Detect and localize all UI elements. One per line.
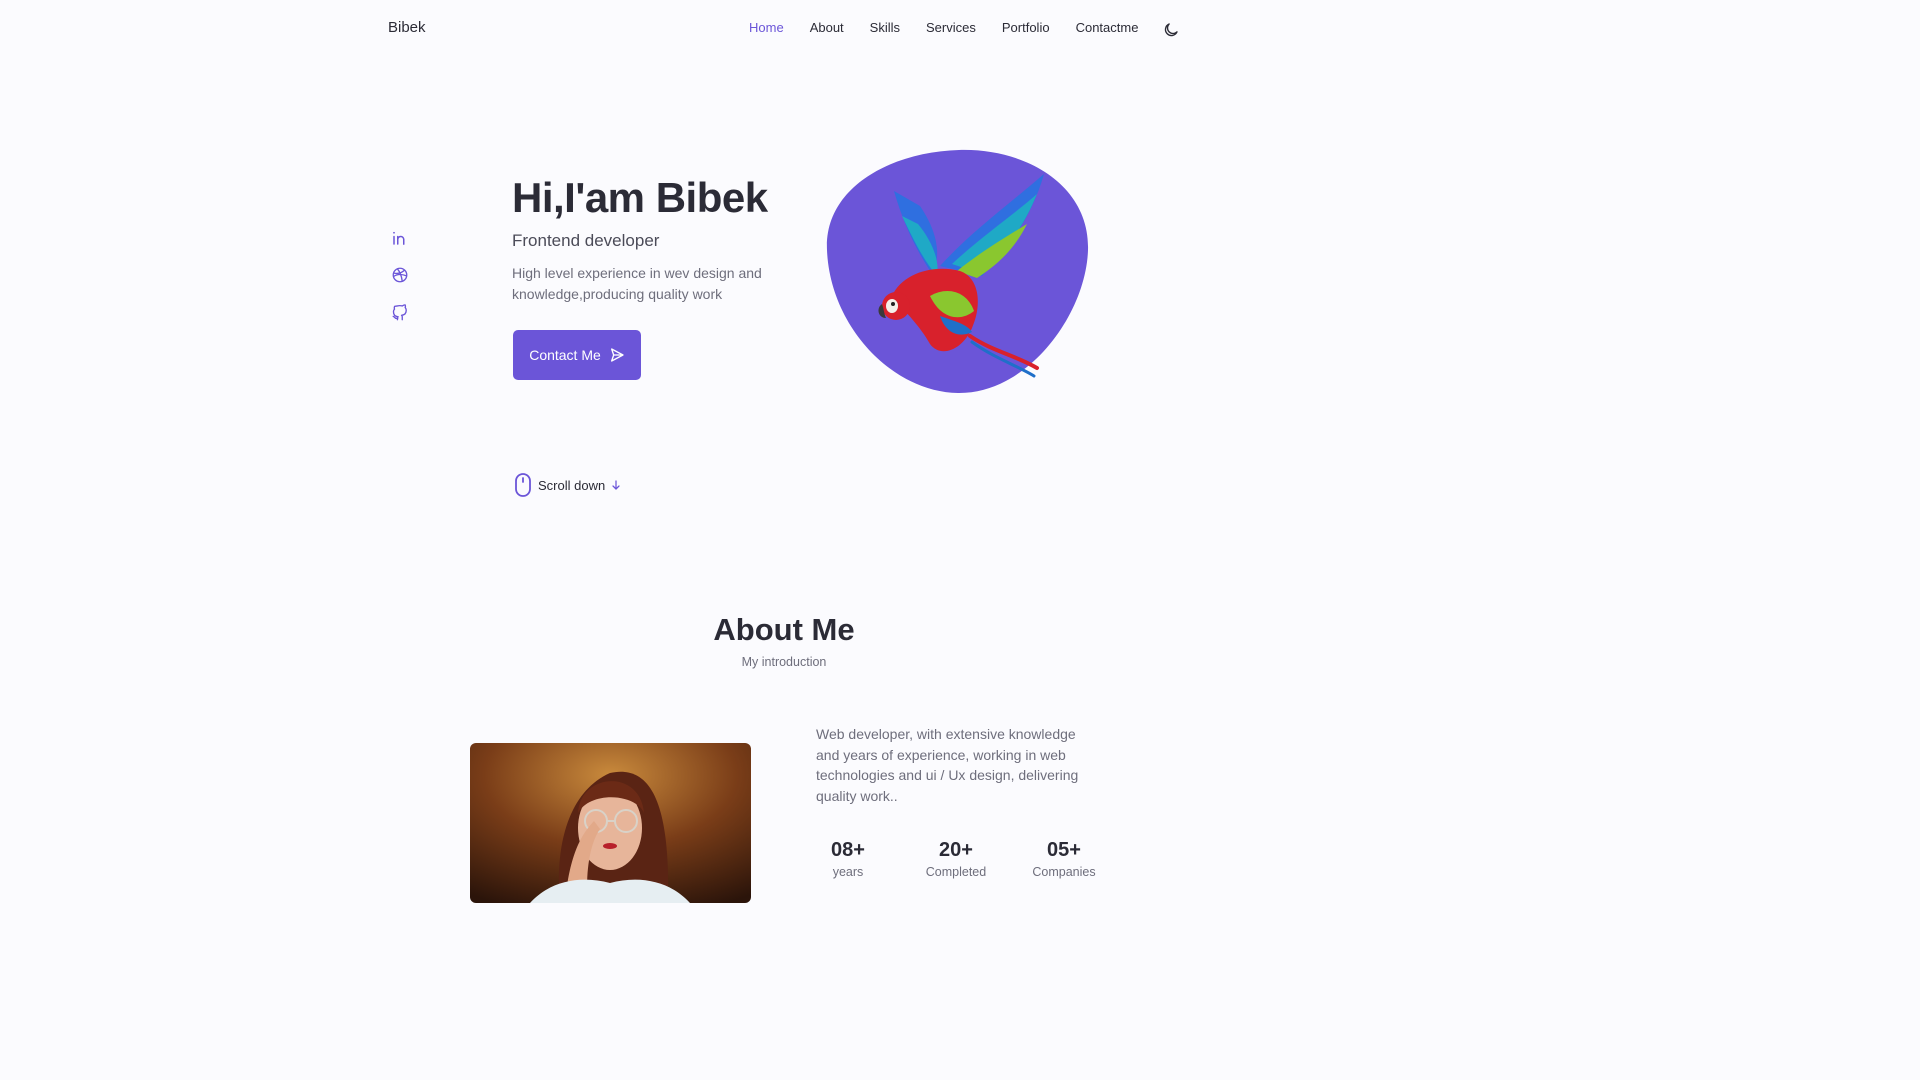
stat-number: 20+ bbox=[939, 839, 973, 861]
stat-companies: 05+ Companies bbox=[1014, 839, 1114, 879]
stat-years: 08+ years bbox=[798, 839, 898, 879]
profile-photo bbox=[470, 743, 751, 903]
nav-contactme[interactable]: Contactme bbox=[1076, 20, 1139, 35]
github-icon[interactable] bbox=[391, 304, 409, 322]
about-title: About Me bbox=[713, 612, 855, 647]
scroll-down-label: Scroll down bbox=[538, 477, 606, 493]
main-nav: Home About Skills Services Portfolio Con… bbox=[749, 20, 1164, 35]
dribbble-icon[interactable] bbox=[391, 266, 409, 284]
nav-home[interactable]: Home bbox=[749, 20, 784, 35]
nav-services[interactable]: Services bbox=[926, 20, 976, 35]
nav-portfolio[interactable]: Portfolio bbox=[1002, 20, 1050, 35]
contact-button-label: Contact Me bbox=[529, 347, 601, 363]
stat-completed: 20+ Completed bbox=[906, 839, 1006, 879]
stat-number: 05+ bbox=[1047, 839, 1081, 861]
about-description: Web developer, with extensive knowledge … bbox=[816, 726, 1079, 804]
arrow-down-icon bbox=[612, 480, 620, 490]
nav-skills[interactable]: Skills bbox=[870, 20, 900, 35]
site-logo[interactable]: Bibek bbox=[388, 19, 426, 36]
stat-label: Completed bbox=[925, 865, 987, 879]
hero-subtitle: Frontend developer bbox=[512, 231, 660, 250]
scroll-down-link[interactable]: Scroll down bbox=[513, 473, 622, 497]
contact-me-button[interactable]: Contact Me bbox=[513, 330, 641, 380]
hero-title: Hi,I'am Bibek bbox=[512, 174, 768, 221]
stat-number: 08+ bbox=[831, 839, 865, 861]
moon-icon[interactable] bbox=[1162, 21, 1180, 39]
stat-label: Companies bbox=[1032, 865, 1096, 879]
nav-about[interactable]: About bbox=[810, 20, 844, 35]
hero-parrot-image bbox=[826, 149, 1089, 394]
send-icon bbox=[610, 348, 624, 362]
linkedin-icon[interactable] bbox=[391, 229, 409, 247]
stat-label: years bbox=[832, 865, 864, 879]
mouse-icon bbox=[515, 473, 531, 497]
hero-description: High level experience in wev design and … bbox=[512, 265, 762, 302]
about-subtitle: My introduction bbox=[741, 655, 827, 669]
